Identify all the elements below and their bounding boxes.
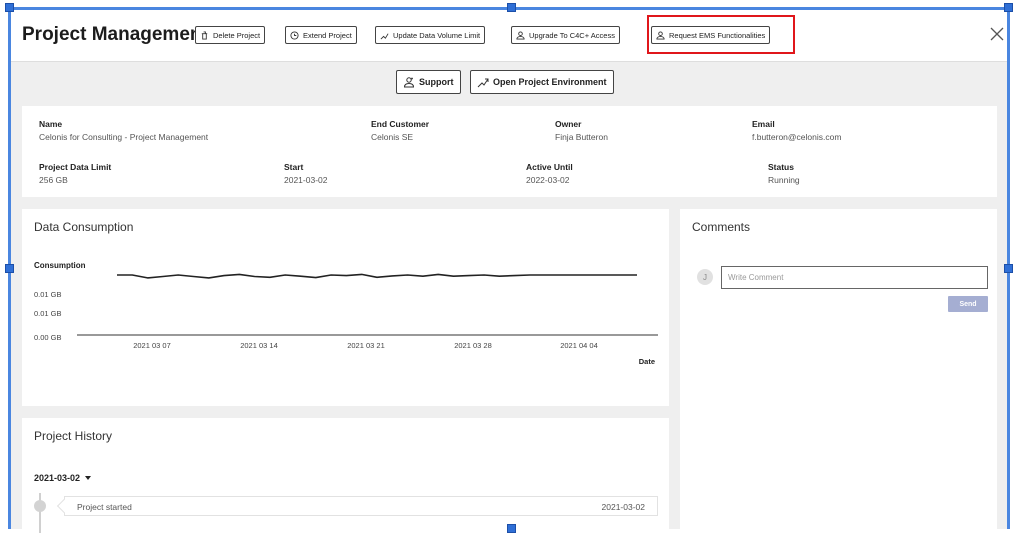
- owner-label: Owner: [555, 119, 582, 129]
- y-tick-label: 0.01 GB: [34, 290, 62, 299]
- field-name: Name Celonis for Consulting - Project Ma…: [39, 119, 208, 142]
- y-tick-label: 0.00 GB: [34, 333, 62, 342]
- y-tick-label: 0.01 GB: [34, 309, 62, 318]
- close-icon[interactable]: [987, 24, 1007, 44]
- name-value: Celonis for Consulting - Project Managem…: [39, 132, 209, 142]
- resize-handle-top-right[interactable]: [1004, 3, 1013, 12]
- highlight-annotation: [647, 15, 795, 54]
- start-label: Start: [284, 162, 304, 172]
- data-consumption-card: Data Consumption Consumption 0.00 GB 0.01 …: [22, 209, 669, 406]
- end-customer-value: Celonis SE: [371, 132, 414, 142]
- project-history-card: Project History 2021-03-02 Project start…: [22, 418, 669, 533]
- trash-icon: [201, 30, 208, 40]
- status-label: Status: [768, 162, 794, 172]
- screen: Project Management Delete Project Extend…: [0, 0, 1017, 533]
- support-icon: [403, 77, 415, 88]
- end-customer-label: End Customer: [371, 119, 430, 129]
- x-tick-label: 2021 03 28: [454, 341, 492, 350]
- chart-icon: [477, 78, 489, 88]
- timeline-line: [39, 493, 41, 533]
- caret-down-icon: [85, 476, 92, 480]
- x-tick-label: 2021 03 14: [240, 341, 278, 350]
- field-start: Start 2021-03-02: [284, 162, 327, 185]
- x-tick-label: 2021 03 21: [347, 341, 385, 350]
- field-end-customer: End Customer Celonis SE: [371, 119, 429, 142]
- resize-handle-top[interactable]: [507, 3, 516, 12]
- comment-input[interactable]: [721, 266, 988, 289]
- y-axis-title: Consumption: [34, 261, 86, 270]
- project-history-title: Project History: [34, 429, 113, 443]
- consumption-chart: Consumption 0.00 GB 0.01 GB 0.01 GB 2021 03 …: [34, 261, 658, 366]
- timeline-entry-text: Project started: [77, 502, 132, 512]
- support-label: Support: [419, 77, 454, 87]
- open-project-environment-label: Open Project Environment: [493, 77, 607, 87]
- project-info-panel: Name Celonis for Consulting - Project Ma…: [22, 106, 997, 197]
- dialog-title: Project Management: [22, 24, 208, 45]
- field-email: Email f.butteron@celonis.com: [752, 119, 841, 142]
- update-data-volume-limit-button[interactable]: Update Data Volume Limit: [375, 26, 486, 44]
- status-value: Running: [768, 175, 800, 185]
- delete-project-label: Delete Project: [213, 30, 261, 40]
- x-tick-label: 2021 03 07: [133, 341, 171, 350]
- timeline-entry-date: 2021-03-02: [601, 502, 645, 512]
- timeline-entry-pointer: [56, 498, 72, 514]
- resize-handle-top-left[interactable]: [5, 3, 14, 12]
- name-label: Name: [39, 119, 63, 129]
- history-date-dropdown[interactable]: 2021-03-02: [34, 473, 92, 483]
- comments-title: Comments: [692, 220, 751, 234]
- update-data-volume-limit-label: Update Data Volume Limit: [393, 30, 481, 40]
- field-active-until: Active Until 2022-03-02: [526, 162, 573, 185]
- dialog-header: Project Management Delete Project Extend…: [11, 10, 1007, 62]
- extend-project-label: Extend Project: [303, 30, 352, 40]
- chart-icon: [380, 32, 389, 39]
- timeline-entry: Project started 2021-03-02: [56, 496, 658, 516]
- x-axis-title: Date: [639, 357, 655, 366]
- open-project-environment-button[interactable]: Open Project Environment: [470, 70, 614, 94]
- upgrade-c4c-access-label: Upgrade To C4C+ Access: [529, 30, 615, 40]
- comments-card: Comments J Send: [680, 209, 997, 529]
- data-limit-value: 256 GB: [39, 175, 68, 185]
- data-limit-label: Project Data Limit: [39, 162, 112, 172]
- start-value: 2021-03-02: [284, 175, 328, 185]
- x-tick-label: 2021 04 04: [560, 341, 598, 350]
- history-date-label: 2021-03-02: [34, 473, 81, 483]
- project-management-dialog: Project Management Delete Project Extend…: [11, 10, 1007, 533]
- clock-icon: [290, 30, 299, 40]
- email-value: f.butteron@celonis.com: [752, 132, 842, 142]
- active-until-label: Active Until: [526, 162, 573, 172]
- upgrade-c4c-access-button[interactable]: Upgrade To C4C+ Access: [511, 26, 620, 44]
- extend-project-button[interactable]: Extend Project: [285, 26, 357, 44]
- person-icon: [516, 30, 525, 40]
- active-until-value: 2022-03-02: [526, 175, 570, 185]
- support-button[interactable]: Support: [396, 70, 461, 94]
- delete-project-button[interactable]: Delete Project: [195, 26, 266, 44]
- field-project-data-limit: Project Data Limit 256 GB: [39, 162, 111, 185]
- field-status: Status Running: [768, 162, 800, 185]
- send-button[interactable]: Send: [948, 296, 988, 312]
- resize-handle-right[interactable]: [1004, 264, 1013, 273]
- field-owner: Owner Finja Butteron: [555, 119, 608, 142]
- email-label: Email: [752, 119, 775, 129]
- timeline-dot: [34, 500, 46, 512]
- owner-value: Finja Butteron: [555, 132, 608, 142]
- resize-handle-left[interactable]: [5, 264, 14, 273]
- avatar: J: [697, 269, 713, 285]
- series-line-consumption: [117, 273, 637, 279]
